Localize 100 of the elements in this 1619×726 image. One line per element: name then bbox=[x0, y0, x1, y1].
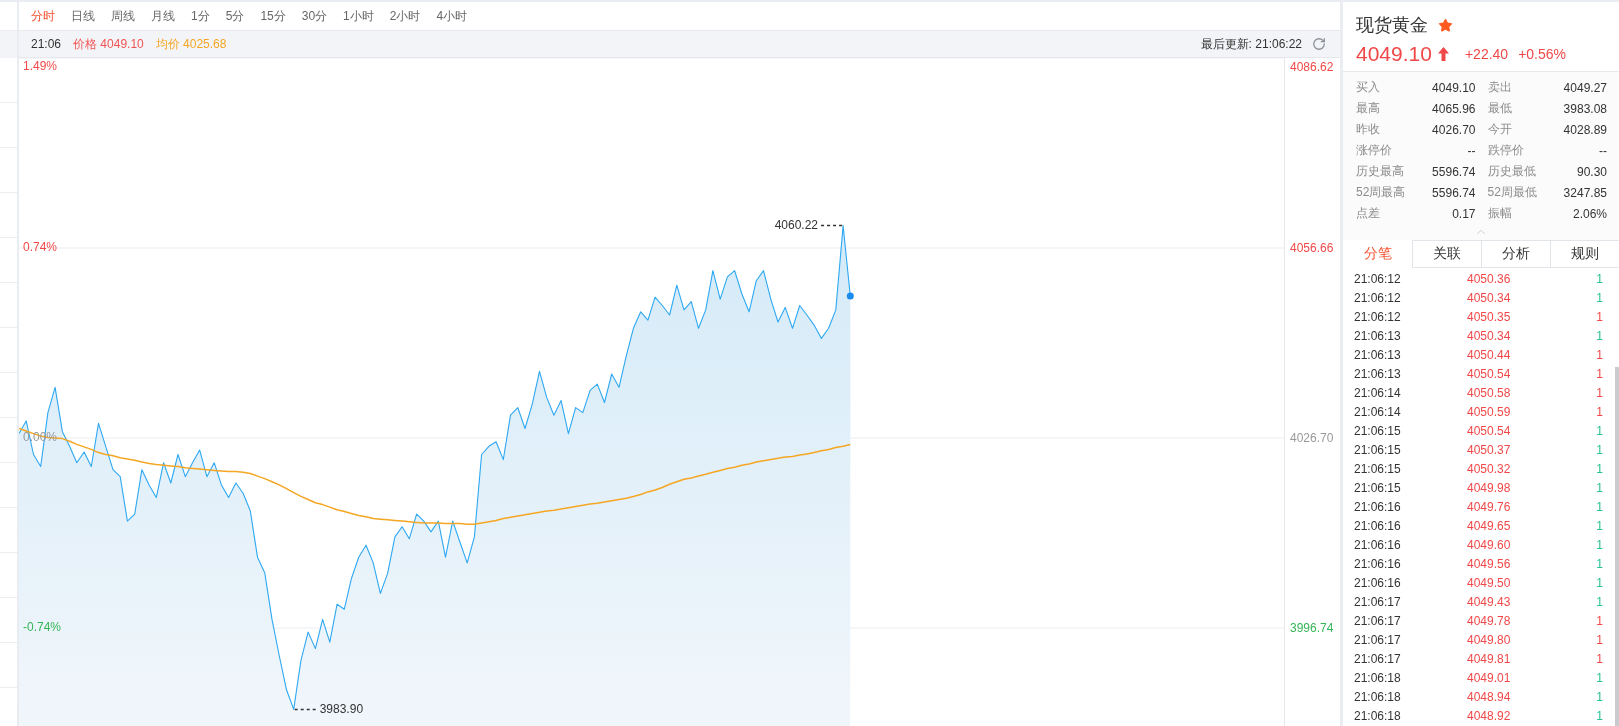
tick-time: 21:06:13 bbox=[1354, 328, 1402, 343]
tick-price: 4049.01 bbox=[1467, 670, 1512, 685]
tick-volume: 1 bbox=[1596, 423, 1603, 438]
stat-value: -- bbox=[1467, 143, 1476, 158]
tick-time: 21:06:15 bbox=[1354, 442, 1402, 457]
tick-price: 4050.44 bbox=[1467, 347, 1512, 362]
tick-volume: 1 bbox=[1596, 556, 1603, 571]
period-tab[interactable]: 30分 bbox=[293, 2, 336, 30]
tick-time: 21:06:15 bbox=[1354, 461, 1402, 476]
tick-time: 21:06:13 bbox=[1354, 347, 1402, 362]
detail-tab[interactable]: 规则 bbox=[1550, 240, 1619, 268]
tick-volume: 1 bbox=[1596, 518, 1603, 533]
tick-time: 21:06:16 bbox=[1354, 556, 1402, 571]
tick-time: 21:06:18 bbox=[1354, 708, 1402, 723]
price-axis-label: 4056.66 bbox=[1290, 241, 1334, 255]
period-tab[interactable]: 周线 bbox=[103, 2, 143, 30]
tick-time: 21:06:13 bbox=[1354, 366, 1402, 381]
tick-price: 4050.34 bbox=[1467, 290, 1512, 305]
stat-value: 5596.74 bbox=[1432, 164, 1476, 179]
price-change: +22.40 bbox=[1464, 46, 1509, 62]
stat-value: 2.06% bbox=[1572, 206, 1607, 221]
tick-time: 21:06:16 bbox=[1354, 575, 1402, 590]
scrollbar-thumb[interactable] bbox=[1615, 367, 1619, 726]
tick-volume: 1 bbox=[1596, 328, 1603, 343]
tick-time: 21:06:17 bbox=[1354, 632, 1402, 647]
stat-label: 点差 bbox=[1356, 205, 1380, 222]
period-tab[interactable]: 4小时 bbox=[428, 2, 476, 30]
tick-volume: 1 bbox=[1596, 537, 1603, 552]
stat-value: 4026.70 bbox=[1432, 122, 1476, 137]
period-tab[interactable]: 1小时 bbox=[335, 2, 382, 30]
stat-value: 4065.96 bbox=[1432, 101, 1476, 116]
legend-reading: 价格 4049.10 bbox=[73, 35, 144, 53]
tick-volume: 1 bbox=[1596, 309, 1603, 324]
low-price-label: 3983.90 bbox=[319, 701, 364, 716]
tick-time: 21:06:16 bbox=[1354, 518, 1402, 533]
tick-time: 21:06:12 bbox=[1354, 309, 1402, 324]
percent-axis-label: 0.74% bbox=[23, 240, 58, 255]
stat-label: 最高 bbox=[1356, 100, 1380, 117]
price-axis-label: 4026.70 bbox=[1290, 431, 1334, 445]
tick-time: 21:06:15 bbox=[1354, 423, 1402, 438]
period-tab[interactable]: 2小时 bbox=[381, 2, 429, 30]
tick-volume: 1 bbox=[1596, 480, 1603, 495]
tick-price: 4049.78 bbox=[1467, 613, 1512, 628]
stat-label: 振幅 bbox=[1487, 205, 1512, 222]
tick-volume: 1 bbox=[1596, 366, 1603, 381]
tick-time: 21:06:17 bbox=[1354, 651, 1402, 666]
tick-price: 4049.60 bbox=[1467, 537, 1512, 552]
detail-tab[interactable]: 分析 bbox=[1481, 240, 1550, 268]
tick-price: 4050.36 bbox=[1467, 271, 1512, 286]
stat-value: 90.30 bbox=[1576, 164, 1607, 179]
tick-time: 21:06:16 bbox=[1354, 537, 1402, 552]
tick-time: 21:06:14 bbox=[1354, 404, 1402, 419]
period-tab[interactable]: 月线 bbox=[143, 2, 183, 30]
star-icon[interactable] bbox=[1438, 17, 1453, 33]
tick-volume: 1 bbox=[1596, 670, 1603, 685]
stat-value: 4028.89 bbox=[1563, 122, 1607, 137]
stat-value: 5596.74 bbox=[1432, 185, 1476, 200]
period-tab[interactable]: 5分 bbox=[217, 2, 253, 30]
leader-line bbox=[293, 708, 318, 711]
stat-label: 今开 bbox=[1487, 121, 1512, 138]
tick-volume: 1 bbox=[1596, 689, 1603, 704]
period-tab[interactable]: 15分 bbox=[252, 2, 294, 30]
tick-price: 4050.58 bbox=[1467, 385, 1512, 400]
tick-price: 4048.92 bbox=[1467, 708, 1512, 723]
stat-label: 52周最高 bbox=[1356, 184, 1406, 201]
tick-time: 21:06:15 bbox=[1354, 480, 1402, 495]
tick-price: 4050.54 bbox=[1467, 366, 1512, 381]
tick-price: 4048.94 bbox=[1467, 689, 1512, 704]
period-tab[interactable]: 日线 bbox=[63, 2, 103, 30]
tick-volume: 1 bbox=[1596, 708, 1603, 723]
instrument-name: 现货黄金 bbox=[1356, 14, 1428, 37]
detail-tab[interactable]: 关联 bbox=[1412, 240, 1481, 268]
stat-value: 4049.27 bbox=[1563, 80, 1607, 95]
stat-label: 52周最低 bbox=[1487, 184, 1537, 201]
tick-price: 4049.50 bbox=[1467, 575, 1512, 590]
refresh-icon[interactable] bbox=[1312, 37, 1326, 51]
tick-volume: 1 bbox=[1596, 632, 1603, 647]
tick-volume: 1 bbox=[1596, 575, 1603, 590]
tick-price: 4050.32 bbox=[1467, 461, 1512, 476]
tick-time: 21:06:18 bbox=[1354, 689, 1402, 704]
stat-value: -- bbox=[1599, 143, 1607, 158]
tick-volume: 1 bbox=[1596, 385, 1603, 400]
percent-axis-label: -0.74% bbox=[23, 620, 62, 635]
tick-price: 4049.80 bbox=[1467, 632, 1512, 647]
tick-volume: 1 bbox=[1596, 499, 1603, 514]
percent-axis-label: 1.49% bbox=[23, 59, 58, 74]
period-tab[interactable]: 分时 bbox=[23, 2, 63, 30]
tick-price: 4050.37 bbox=[1467, 442, 1512, 457]
tick-price: 4050.54 bbox=[1467, 423, 1512, 438]
tick-volume: 1 bbox=[1596, 404, 1603, 419]
tick-price: 4049.56 bbox=[1467, 556, 1512, 571]
stat-label: 卖出 bbox=[1487, 79, 1512, 96]
stat-value: 0.17 bbox=[1452, 206, 1476, 221]
legend-reading: 均价 4025.68 bbox=[155, 35, 227, 53]
tick-price: 4050.34 bbox=[1467, 328, 1512, 343]
tick-price: 4050.59 bbox=[1467, 404, 1512, 419]
period-tab[interactable]: 1分 bbox=[183, 2, 218, 30]
stat-label: 买入 bbox=[1356, 79, 1380, 96]
tick-volume: 1 bbox=[1596, 594, 1603, 609]
tick-price: 4049.81 bbox=[1467, 651, 1512, 666]
